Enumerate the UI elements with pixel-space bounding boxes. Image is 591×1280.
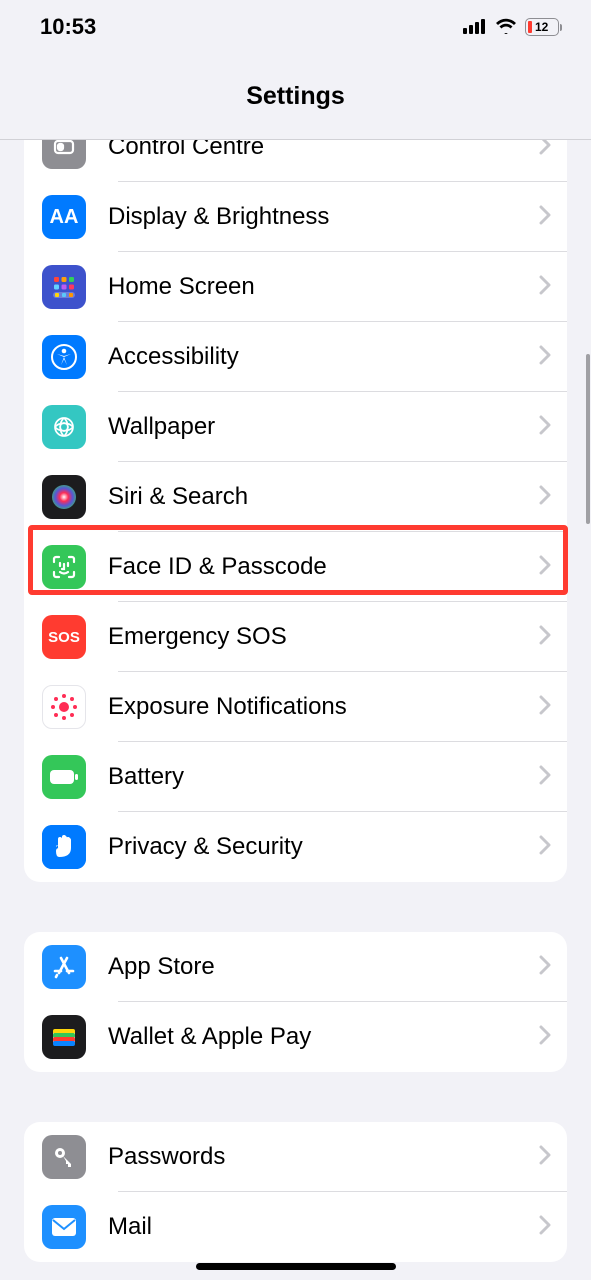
row-mail[interactable]: Mail (24, 1192, 567, 1262)
row-wallpaper[interactable]: Wallpaper (24, 392, 567, 462)
page-title: Settings (246, 82, 345, 111)
row-exposure-notifications[interactable]: Exposure Notifications (24, 672, 567, 742)
battery-percentage: 12 (535, 20, 548, 34)
row-label: Mail (108, 1213, 539, 1241)
row-label: Face ID & Passcode (108, 553, 539, 581)
row-control-centre[interactable]: Control Centre (24, 140, 567, 182)
wallpaper-icon (42, 405, 86, 449)
scroll-indicator[interactable] (586, 354, 590, 524)
battery-icon: 12 (525, 18, 559, 36)
settings-group-general: Control Centre AA Display & Brightness (24, 140, 567, 882)
wallet-icon (42, 1015, 86, 1059)
row-app-store[interactable]: App Store (24, 932, 567, 1002)
privacy-icon: ✋ (42, 825, 86, 869)
row-emergency-sos[interactable]: SOS Emergency SOS (24, 602, 567, 672)
row-label: Wallet & Apple Pay (108, 1023, 539, 1051)
home-screen-icon (42, 265, 86, 309)
siri-icon (42, 475, 86, 519)
row-home-screen[interactable]: Home Screen (24, 252, 567, 322)
status-bar: 10:53 12 (0, 0, 591, 54)
row-label: Privacy & Security (108, 833, 539, 861)
row-label: Home Screen (108, 273, 539, 301)
home-indicator[interactable] (196, 1263, 396, 1270)
chevron-right-icon (539, 1215, 551, 1240)
chevron-right-icon (539, 1145, 551, 1170)
cellular-icon (463, 14, 487, 40)
accessibility-icon (42, 335, 86, 379)
row-label: Display & Brightness (108, 203, 539, 231)
chevron-right-icon (539, 205, 551, 230)
row-face-id-passcode[interactable]: Face ID & Passcode (24, 532, 567, 602)
row-label: Control Centre (108, 140, 539, 161)
chevron-right-icon (539, 555, 551, 580)
row-label: Passwords (108, 1143, 539, 1171)
settings-group-accounts: Passwords Mail (24, 1122, 567, 1262)
chevron-right-icon (539, 695, 551, 720)
status-time: 10:53 (40, 14, 96, 40)
row-label: Accessibility (108, 343, 539, 371)
row-label: Exposure Notifications (108, 693, 539, 721)
header: Settings (0, 54, 591, 140)
row-siri-search[interactable]: Siri & Search (24, 462, 567, 532)
row-battery[interactable]: Battery (24, 742, 567, 812)
row-label: App Store (108, 953, 539, 981)
row-privacy-security[interactable]: ✋ Privacy & Security (24, 812, 567, 882)
chevron-right-icon (539, 835, 551, 860)
control-centre-icon (42, 140, 86, 169)
display-icon: AA (42, 195, 86, 239)
passwords-icon (42, 1135, 86, 1179)
chevron-right-icon (539, 485, 551, 510)
app-store-icon (42, 945, 86, 989)
row-label: Wallpaper (108, 413, 539, 441)
chevron-right-icon (539, 345, 551, 370)
mail-icon (42, 1205, 86, 1249)
chevron-right-icon (539, 1025, 551, 1050)
status-right: 12 (463, 14, 559, 40)
face-id-icon (42, 545, 86, 589)
chevron-right-icon (539, 275, 551, 300)
row-label: Siri & Search (108, 483, 539, 511)
row-wallet-apple-pay[interactable]: Wallet & Apple Pay (24, 1002, 567, 1072)
chevron-right-icon (539, 955, 551, 980)
exposure-icon (42, 685, 86, 729)
chevron-right-icon (539, 140, 551, 160)
settings-group-store: App Store Wallet & Apple Pay (24, 932, 567, 1072)
row-accessibility[interactable]: Accessibility (24, 322, 567, 392)
battery-row-icon (42, 755, 86, 799)
chevron-right-icon (539, 415, 551, 440)
wifi-icon (495, 14, 517, 40)
row-display-brightness[interactable]: AA Display & Brightness (24, 182, 567, 252)
row-label: Battery (108, 763, 539, 791)
row-passwords[interactable]: Passwords (24, 1122, 567, 1192)
row-label: Emergency SOS (108, 623, 539, 651)
chevron-right-icon (539, 625, 551, 650)
sos-icon: SOS (42, 615, 86, 659)
chevron-right-icon (539, 765, 551, 790)
